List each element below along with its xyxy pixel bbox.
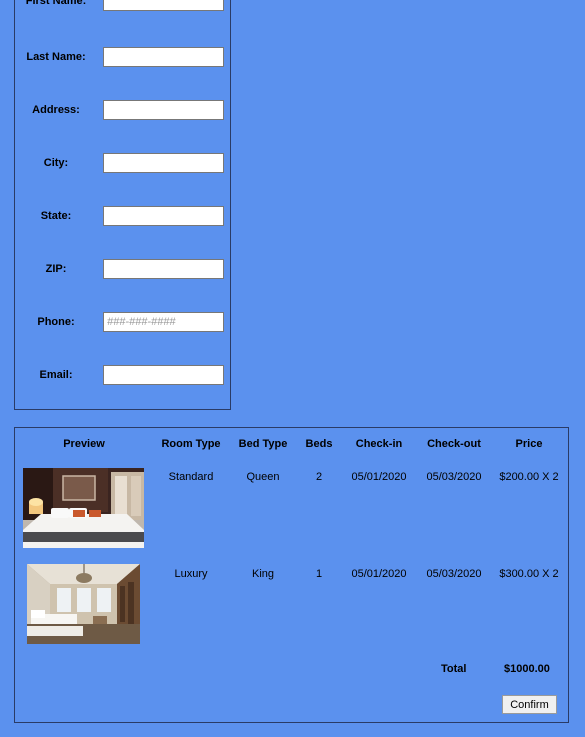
row1-check-out: 05/03/2020 bbox=[426, 471, 482, 483]
email-row: Email: bbox=[15, 365, 232, 389]
room-preview-image bbox=[23, 468, 144, 548]
row2-check-out: 05/03/2020 bbox=[426, 568, 482, 580]
confirm-button[interactable]: Confirm bbox=[502, 695, 557, 714]
row1-bed-type: Queen bbox=[246, 471, 280, 483]
header-check-in: Check-in bbox=[355, 438, 403, 450]
row1-check-in: 05/01/2020 bbox=[351, 471, 407, 483]
address-input[interactable] bbox=[103, 100, 224, 120]
city-label: City: bbox=[43, 157, 69, 169]
email-input[interactable] bbox=[103, 365, 224, 385]
city-row: City: bbox=[15, 153, 232, 177]
row1-beds: 2 bbox=[315, 471, 323, 483]
email-label: Email: bbox=[39, 369, 73, 381]
row2-bed-type: King bbox=[251, 568, 275, 580]
zip-label: ZIP: bbox=[45, 263, 67, 275]
customer-info-form: First Name: Last Name: Address: City: St… bbox=[14, 0, 231, 410]
city-input[interactable] bbox=[103, 153, 224, 173]
total-value: $1000.00 bbox=[504, 663, 550, 675]
first-name-label: First Name: bbox=[25, 0, 87, 7]
address-label: Address: bbox=[32, 104, 80, 116]
header-preview: Preview bbox=[63, 438, 105, 450]
header-room-type: Room Type bbox=[161, 438, 221, 450]
phone-label: Phone: bbox=[37, 316, 75, 328]
row1-price: $200.00 X 2 bbox=[499, 471, 559, 483]
phone-row: Phone: bbox=[15, 312, 232, 336]
zip-input[interactable] bbox=[103, 259, 224, 279]
zip-row: ZIP: bbox=[15, 259, 232, 283]
row1-room-type: Standard bbox=[168, 471, 214, 483]
address-row: Address: bbox=[15, 100, 232, 124]
row2-check-in: 05/01/2020 bbox=[351, 568, 407, 580]
first-name-row: First Name: bbox=[15, 0, 232, 15]
last-name-row: Last Name: bbox=[15, 47, 232, 71]
row2-price: $300.00 X 2 bbox=[499, 568, 559, 580]
row2-beds: 1 bbox=[315, 568, 323, 580]
last-name-input[interactable] bbox=[103, 47, 224, 67]
header-check-out: Check-out bbox=[427, 438, 481, 450]
phone-input[interactable] bbox=[103, 312, 224, 332]
state-label: State: bbox=[40, 210, 72, 222]
reservation-table: Preview Room Type Bed Type Beds Check-in… bbox=[14, 427, 569, 723]
total-label: Total bbox=[441, 663, 467, 675]
header-price: Price bbox=[515, 438, 543, 450]
last-name-label: Last Name: bbox=[26, 51, 86, 63]
state-row: State: bbox=[15, 206, 232, 230]
room-preview-image bbox=[27, 564, 140, 644]
first-name-input[interactable] bbox=[103, 0, 224, 11]
header-beds: Beds bbox=[305, 438, 333, 450]
row2-room-type: Luxury bbox=[174, 568, 208, 580]
header-bed-type: Bed Type bbox=[238, 438, 288, 450]
state-input[interactable] bbox=[103, 206, 224, 226]
